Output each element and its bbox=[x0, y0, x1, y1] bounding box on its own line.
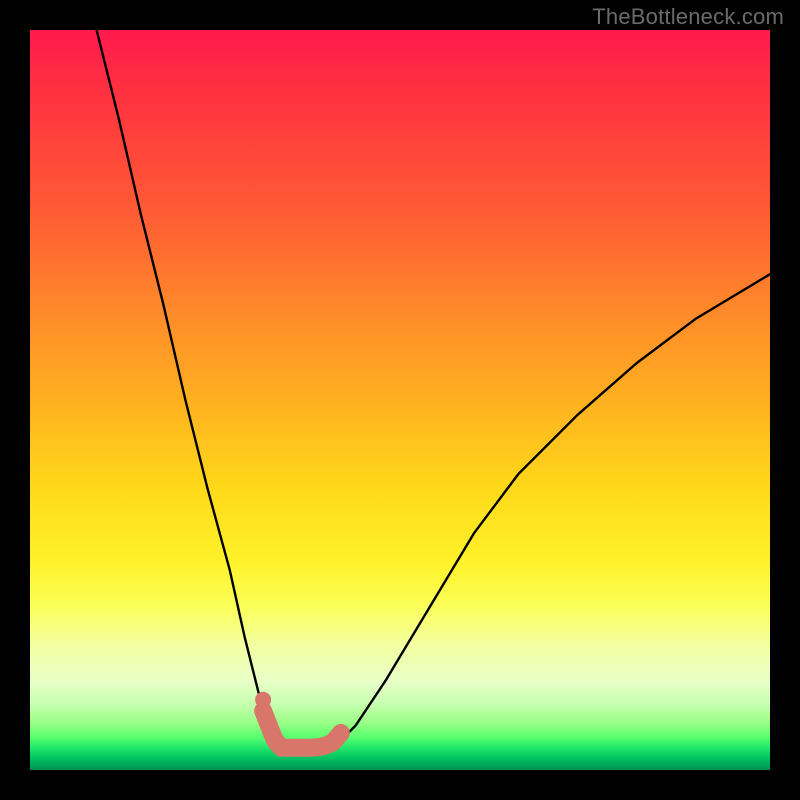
bottleneck-curve bbox=[97, 30, 770, 748]
plot-area bbox=[30, 30, 770, 770]
curve-layer bbox=[30, 30, 770, 770]
chart-frame: TheBottleneck.com bbox=[0, 0, 800, 800]
trough-highlight bbox=[255, 692, 341, 748]
watermark-text: TheBottleneck.com bbox=[592, 4, 784, 30]
